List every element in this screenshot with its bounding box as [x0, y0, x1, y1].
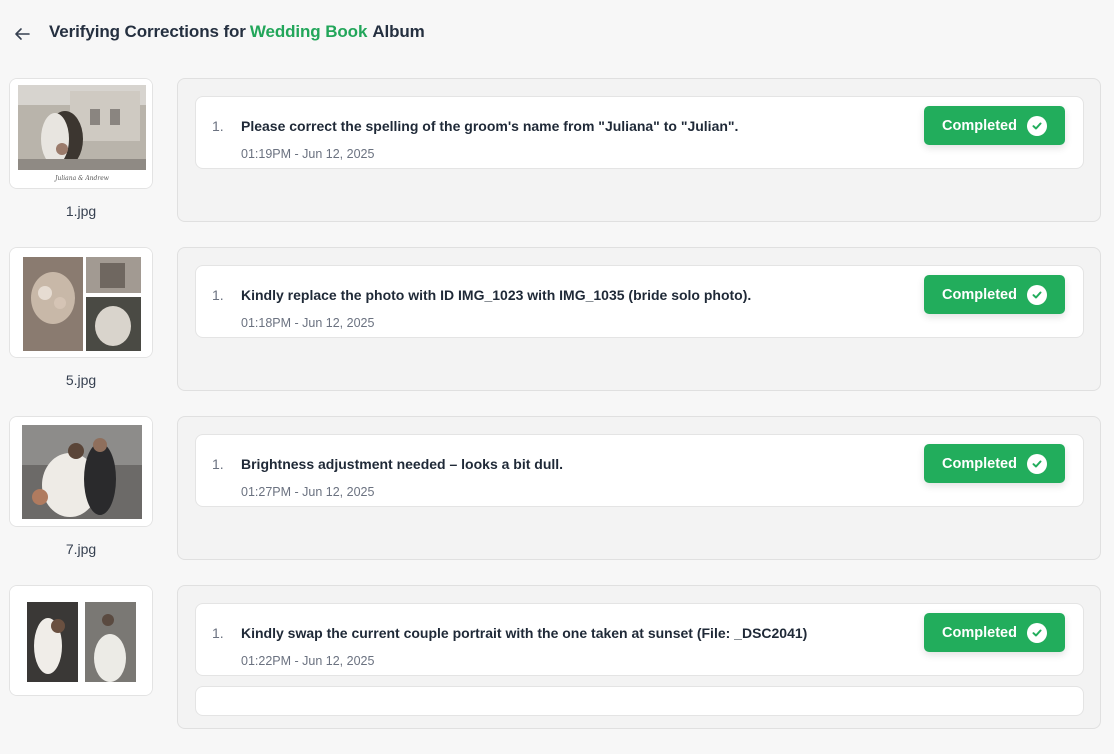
svg-text:Juliana & Andrew: Juliana & Andrew: [53, 175, 110, 182]
completed-button[interactable]: Completed: [924, 444, 1065, 483]
item-number: 1.: [212, 118, 224, 134]
correction-timestamp: 01:22PM - Jun 12, 2025: [241, 654, 375, 668]
status-label: Completed: [942, 455, 1017, 472]
file-name: 7.jpg: [65, 541, 97, 557]
page-thumbnail[interactable]: [9, 585, 153, 696]
arrow-left-icon: [15, 28, 30, 40]
album-name: Wedding Book: [249, 22, 368, 41]
item-number: 1.: [212, 456, 224, 472]
item-number: 1.: [212, 625, 224, 641]
page-title: Verifying Corrections for Wedding Book Alb…: [49, 22, 425, 42]
back-button[interactable]: [10, 22, 34, 46]
item-number: 1.: [212, 287, 224, 303]
correction-timestamp: 01:27PM - Jun 12, 2025: [241, 485, 375, 499]
correction-text: Brightness adjustment needed – looks a b…: [241, 456, 564, 472]
correction-text: Kindly replace the photo with ID IMG_102…: [241, 287, 752, 303]
correction-item: 1. Kindly replace the photo with ID IMG_…: [195, 265, 1084, 338]
status-label: Completed: [942, 117, 1017, 134]
check-circle-icon: [1026, 453, 1047, 474]
correction-item: 1. Brightness adjustment needed – looks …: [195, 434, 1084, 507]
page-header: Verifying Corrections for Wedding Book Alb…: [0, 0, 1114, 66]
correction-text: Please correct the spelling of the groom…: [241, 118, 739, 134]
photo-thumbnail: Juliana & Andrew: [10, 79, 152, 188]
file-name: 1.jpg: [65, 203, 97, 219]
completed-button[interactable]: Completed: [924, 613, 1065, 652]
title-prefix: Verifying Corrections for: [49, 22, 246, 41]
check-circle-icon: [1026, 115, 1047, 136]
title-suffix: Album: [372, 22, 425, 41]
correction-item: 1. Kindly swap the current couple portra…: [195, 603, 1084, 676]
file-name: 5.jpg: [65, 372, 97, 388]
check-circle-icon: [1026, 284, 1047, 305]
photo-thumbnail: [10, 248, 152, 357]
completed-button[interactable]: Completed: [924, 106, 1065, 145]
page-thumbnail[interactable]: Juliana & Andrew: [9, 78, 153, 189]
correction-item: 1. Please correct the spelling of the gr…: [195, 96, 1084, 169]
photo-thumbnail: [10, 417, 152, 526]
status-label: Completed: [942, 286, 1017, 303]
correction-row: 1. Kindly swap the current couple portra…: [0, 585, 1114, 754]
correction-timestamp: 01:19PM - Jun 12, 2025: [241, 147, 375, 161]
correction-row: Juliana & Andrew 1.jpg 1. Please correct…: [0, 78, 1114, 247]
check-circle-icon: [1026, 622, 1047, 643]
page-thumbnail[interactable]: [9, 416, 153, 527]
corrections-panel: 1. Kindly swap the current couple portra…: [177, 585, 1101, 729]
corrections-panel: 1. Brightness adjustment needed – looks …: [177, 416, 1101, 560]
correction-row: 5.jpg 1. Kindly replace the photo with I…: [0, 247, 1114, 416]
correction-row: 7.jpg 1. Brightness adjustment needed – …: [0, 416, 1114, 585]
page-thumbnail[interactable]: [9, 247, 153, 358]
correction-text: Kindly swap the current couple portrait …: [241, 625, 808, 641]
corrections-panel: 1. Please correct the spelling of the gr…: [177, 78, 1101, 222]
completed-button[interactable]: Completed: [924, 275, 1065, 314]
correction-item: [195, 686, 1084, 716]
photo-thumbnail: [10, 586, 152, 695]
correction-timestamp: 01:18PM - Jun 12, 2025: [241, 316, 375, 330]
status-label: Completed: [942, 624, 1017, 641]
corrections-panel: 1. Kindly replace the photo with ID IMG_…: [177, 247, 1101, 391]
